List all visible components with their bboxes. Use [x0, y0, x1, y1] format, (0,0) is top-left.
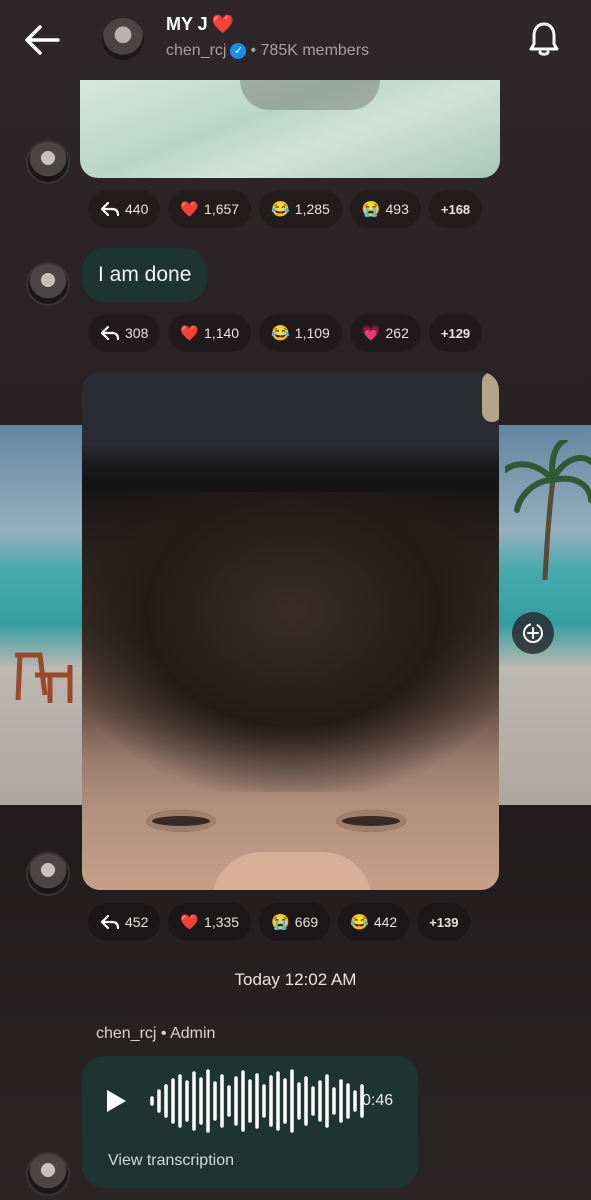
more-count: +168 — [440, 201, 471, 217]
reaction-laugh[interactable]: 😂 1,285 — [259, 190, 342, 228]
reaction-count: 1,335 — [204, 914, 240, 930]
heart-emoji-icon: ❤️ — [180, 325, 200, 342]
reaction-bar-2: 308 ❤️ 1,140 😂 1,109 💗 262 +129 — [88, 314, 483, 352]
more-count: +139 — [429, 914, 459, 930]
message-text: I am done — [98, 263, 192, 286]
photo-message[interactable] — [82, 372, 499, 890]
more-reactions-button[interactable]: +129 — [428, 314, 483, 352]
sender-avatar[interactable] — [26, 852, 70, 896]
reaction-count: 452 — [125, 914, 149, 930]
reaction-cry[interactable]: 😭 493 — [349, 190, 421, 228]
play-icon[interactable] — [104, 1088, 128, 1114]
pink-heart-emoji-icon: 💗 — [361, 325, 381, 342]
reaction-bar-1: 440 ❤️ 1,657 😂 1,285 😭 493 +168 — [88, 190, 483, 228]
photo-detail — [336, 810, 406, 832]
reaction-laugh[interactable]: 😂 442 — [338, 903, 410, 941]
sender-name: chen_rcj • Admin — [96, 1025, 216, 1042]
view-transcription-link[interactable]: View transcription — [108, 1152, 234, 1170]
back-arrow-icon[interactable] — [22, 22, 62, 58]
more-count: +129 — [440, 325, 471, 341]
reaction-count: 669 — [294, 914, 319, 930]
channel-title[interactable]: MY J ❤️ — [166, 14, 234, 35]
image-message-1[interactable] — [80, 80, 500, 178]
text-message[interactable]: I am done — [82, 248, 208, 302]
reply-icon — [100, 325, 120, 341]
laugh-emoji-icon: 😂 — [271, 201, 290, 218]
more-reactions-button[interactable]: +139 — [417, 903, 471, 941]
reaction-count: 493 — [385, 201, 409, 217]
palm-tree-image — [505, 440, 591, 580]
heart-emoji-icon: ❤️ — [211, 14, 235, 34]
reply-count-button[interactable]: 308 — [88, 314, 161, 352]
member-count: • 785K members — [250, 42, 370, 59]
channel-title-text: MY J — [166, 14, 208, 34]
image-content — [240, 80, 380, 110]
channel-header: MY J ❤️ chen_rcj ✓ • 785K members — [0, 0, 591, 80]
beach-chairs-image — [15, 652, 73, 703]
reaction-count: 308 — [125, 325, 149, 341]
channel-handle: chen_rcj — [166, 42, 227, 59]
photo-content — [82, 492, 499, 792]
reaction-pink-heart[interactable]: 💗 262 — [349, 314, 421, 352]
reaction-count: 1,140 — [204, 325, 240, 341]
waveform-icon[interactable] — [148, 1068, 368, 1134]
sender-avatar[interactable] — [26, 140, 70, 184]
reaction-count: 1,657 — [204, 201, 240, 217]
add-circle-icon — [523, 623, 543, 643]
voice-duration: 0:46 — [362, 1092, 394, 1109]
reaction-bar-3: 452 ❤️ 1,335 😭 669 😂 442 +139 — [88, 903, 471, 941]
photo-detail — [482, 372, 499, 422]
heart-emoji-icon: ❤️ — [180, 201, 200, 218]
reaction-count: 442 — [373, 914, 398, 930]
laugh-emoji-icon: 😂 — [350, 914, 369, 931]
reaction-laugh[interactable]: 😂 1,109 — [259, 314, 342, 352]
sender-avatar[interactable] — [26, 262, 70, 306]
reaction-heart[interactable]: ❤️ 1,335 — [168, 903, 252, 941]
reaction-count: 262 — [385, 325, 409, 341]
channel-subtitle: chen_rcj ✓ • 785K members — [166, 42, 369, 60]
add-sticker-button[interactable] — [512, 612, 554, 654]
laugh-emoji-icon: 😂 — [271, 325, 290, 342]
photo-detail — [212, 852, 372, 890]
verified-badge-icon: ✓ — [230, 43, 247, 59]
channel-avatar[interactable] — [102, 18, 144, 60]
reaction-count: 1,285 — [294, 201, 330, 217]
reaction-cry[interactable]: 😭 669 — [259, 903, 331, 941]
cry-emoji-icon: 😭 — [361, 201, 381, 218]
bell-icon[interactable] — [526, 20, 562, 58]
reply-icon — [100, 914, 120, 930]
reaction-heart[interactable]: ❤️ 1,657 — [168, 190, 252, 228]
reaction-count: 440 — [125, 201, 149, 217]
heart-emoji-icon: ❤️ — [180, 914, 200, 931]
sender-avatar[interactable] — [26, 1152, 70, 1196]
reaction-count: 1,109 — [294, 325, 330, 341]
cry-emoji-icon: 😭 — [271, 914, 290, 931]
reaction-heart[interactable]: ❤️ 1,140 — [168, 314, 252, 352]
more-reactions-button[interactable]: +168 — [428, 190, 483, 228]
photo-detail — [146, 810, 216, 832]
reply-icon — [100, 201, 120, 217]
voice-message[interactable]: 0:46 View transcription — [82, 1056, 418, 1188]
date-divider: Today 12:02 AM — [234, 970, 357, 989]
reply-count-button[interactable]: 440 — [88, 190, 161, 228]
reply-count-button[interactable]: 452 — [88, 903, 161, 941]
